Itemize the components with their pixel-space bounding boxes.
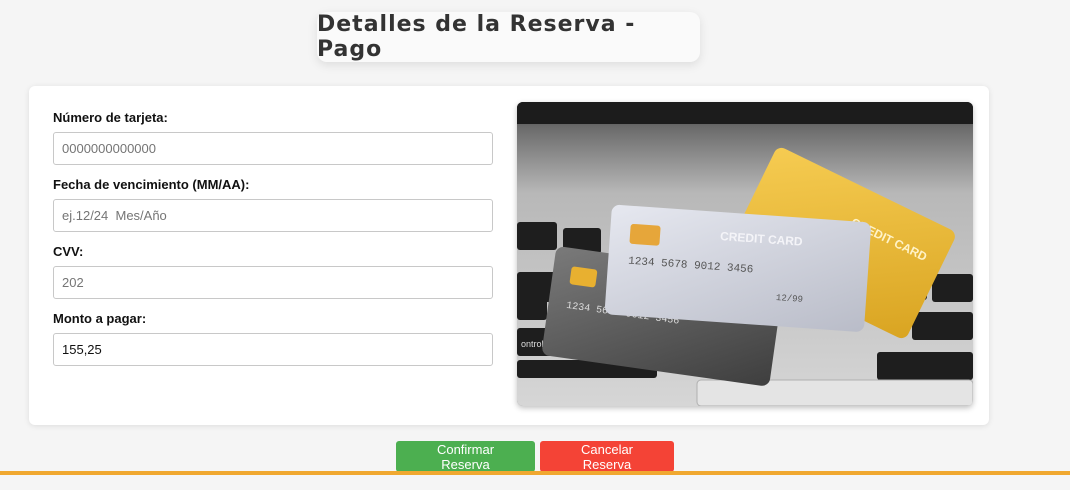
expiry-input[interactable] — [53, 199, 493, 232]
cvv-input[interactable] — [53, 266, 493, 299]
amount-input[interactable] — [53, 333, 493, 366]
confirm-reservation-button[interactable]: Confirmar Reserva — [396, 441, 535, 472]
bottom-accent-line — [0, 471, 1070, 475]
page-title-box: Detalles de la Reserva - Pago — [317, 12, 700, 62]
svg-text:12/99: 12/99 — [776, 293, 804, 305]
key-label-control: ontrol — [521, 339, 544, 349]
cancel-reservation-button[interactable]: Cancelar Reserva — [540, 441, 674, 472]
card-number-label: Número de tarjeta: — [53, 110, 168, 125]
page-title: Detalles de la Reserva - Pago — [317, 12, 636, 62]
payment-card-panel: Número de tarjeta: Fecha de vencimiento … — [29, 86, 989, 425]
credit-cards-photo: ontrol option control CREDIT CARD 1234 5… — [517, 102, 973, 406]
expiry-label: Fecha de vencimiento (MM/AA): — [53, 177, 250, 192]
card-number-input[interactable] — [53, 132, 493, 165]
cvv-label: CVV: — [53, 244, 84, 259]
form-actions: Confirmar Reserva Cancelar Reserva — [0, 441, 1070, 472]
amount-label: Monto a pagar: — [53, 311, 147, 326]
payment-form: Número de tarjeta: Fecha de vencimiento … — [53, 110, 493, 378]
